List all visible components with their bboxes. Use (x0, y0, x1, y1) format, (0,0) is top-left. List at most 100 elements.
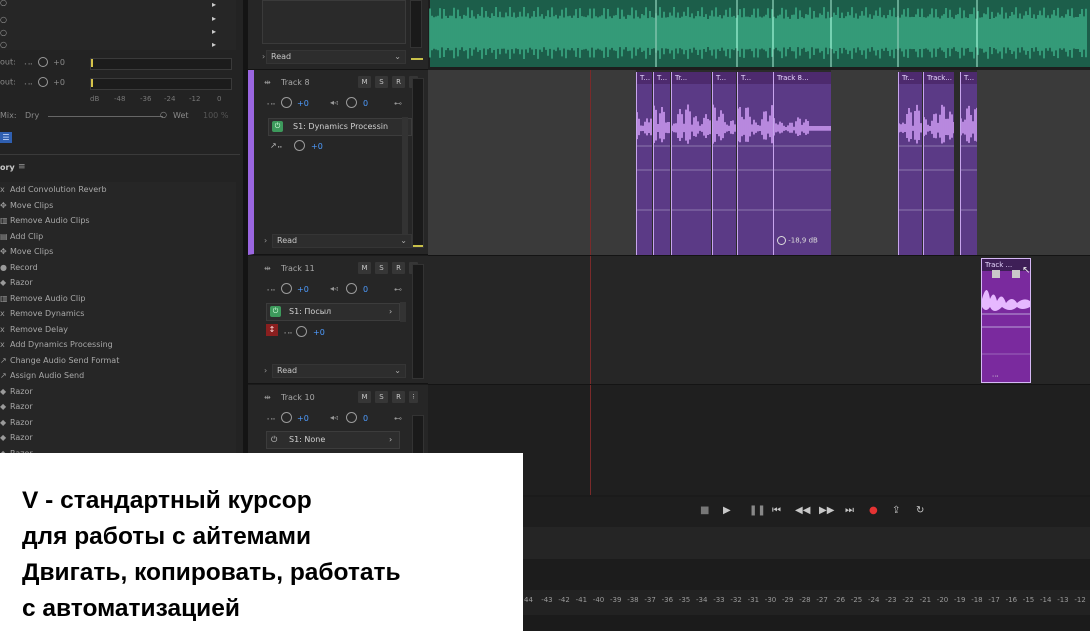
audio-clip[interactable]: Track 8... (773, 72, 831, 255)
power-icon[interactable]: ⏻ (272, 121, 283, 132)
fast-forward-icon[interactable]: ▶▶ (819, 505, 834, 516)
pan-knob[interactable] (346, 412, 357, 423)
chevron-right-icon[interactable]: ▸ (212, 0, 216, 9)
solo-button[interactable]: S (375, 262, 388, 274)
history-item[interactable]: ▤ Add Clip (0, 229, 43, 244)
play-icon[interactable]: ▶ (723, 505, 731, 516)
automation-mode-select[interactable]: Read ⌄ (266, 50, 406, 64)
solo-button[interactable]: S (375, 76, 388, 88)
power-icon[interactable]: ⏻ (271, 432, 277, 448)
chevron-right-icon[interactable]: › (262, 52, 265, 61)
clip-title[interactable]: T... (637, 72, 652, 84)
send-knob[interactable] (296, 326, 307, 337)
pause-icon[interactable]: ❚❚ (749, 505, 766, 516)
fx-slot[interactable]: ⏻ S1: Dynamics Processin › (268, 118, 412, 136)
automation-mode-select[interactable]: Read ⌄ (272, 364, 406, 378)
volume-value[interactable]: +0 (297, 285, 309, 294)
history-item[interactable]: ✥ Move Clips (0, 244, 53, 259)
history-item[interactable]: x Remove Dynamics (0, 306, 84, 321)
gain-knob[interactable] (37, 77, 48, 87)
track-name[interactable]: Track 11 (281, 264, 315, 273)
volume-knob[interactable] (281, 97, 292, 108)
mute-button[interactable]: M (358, 262, 371, 274)
audio-clip[interactable]: Tr... (671, 72, 711, 255)
send-value[interactable]: +0 (313, 328, 325, 337)
record-icon[interactable]: ● (869, 505, 878, 516)
audio-clip[interactable]: Track ... ⠠⠤ (981, 258, 1031, 383)
volume-knob[interactable] (281, 283, 292, 294)
mute-button[interactable]: M (358, 391, 371, 403)
history-item[interactable]: x Add Dynamics Processing (0, 337, 113, 352)
audio-clip[interactable]: Tr... (898, 72, 922, 255)
gain-knob[interactable] (37, 57, 48, 67)
audio-clip[interactable]: T... (960, 72, 977, 255)
fx-slot[interactable]: ⏻ S1: Посыл › (266, 303, 400, 321)
clip-fx-icon[interactable] (1012, 270, 1020, 278)
stereo-icon[interactable]: ⊷ (394, 414, 402, 423)
fx-slot[interactable]: ⏻ S1: None › (266, 431, 400, 449)
loop-icon[interactable]: ↻ (916, 505, 924, 516)
send-knob[interactable] (294, 140, 305, 151)
history-item[interactable]: ↗ Change Audio Send Format (0, 353, 119, 368)
audio-clip[interactable]: T... (636, 72, 652, 255)
chevron-right-icon[interactable]: › (264, 366, 267, 375)
skip-end-icon[interactable]: ⏭ (845, 505, 854, 516)
clip-title[interactable]: T... (738, 72, 773, 84)
mix-slider[interactable] (48, 116, 163, 117)
menu-icon[interactable]: ≡ (18, 162, 26, 172)
chevron-right-icon[interactable]: ▸ (212, 40, 216, 49)
clip-fx-icon[interactable] (992, 270, 1000, 278)
clip-title[interactable]: T... (713, 72, 736, 84)
history-item[interactable]: ↗ Assign Audio Send (0, 368, 84, 383)
track-menu-button[interactable]: ⁝ (409, 391, 418, 403)
clip-title[interactable]: T... (654, 72, 670, 84)
audio-clip[interactable]: T... (712, 72, 736, 255)
audio-clip[interactable]: Track... (923, 72, 954, 255)
clip-title[interactable]: Tr... (899, 72, 922, 84)
slider-handle-icon[interactable]: ○ (160, 110, 167, 119)
chevron-right-icon[interactable]: ▸ (212, 14, 216, 23)
send-icon[interactable]: ↕ (266, 324, 278, 336)
scrollbar[interactable] (400, 302, 406, 322)
history-item[interactable]: ◆Razor (0, 384, 33, 399)
chevron-right-icon[interactable]: › (389, 304, 392, 320)
audio-clip[interactable]: T... (737, 72, 773, 255)
clip-title[interactable]: Track... (924, 72, 954, 84)
track-name[interactable]: Track 8 (281, 78, 310, 87)
volume-knob[interactable] (281, 412, 292, 423)
clip-title[interactable]: Track 8... (774, 72, 831, 84)
stop-icon[interactable]: ■ (700, 505, 709, 516)
chevron-right-icon[interactable]: ▸ (212, 27, 216, 36)
list-view-icon[interactable]: ☰ (0, 132, 12, 143)
history-item[interactable]: ▥ Remove Audio Clips (0, 213, 90, 228)
pan-knob[interactable] (346, 283, 357, 294)
record-arm-button[interactable]: R (392, 391, 405, 403)
history-item[interactable]: ◆Razor (0, 399, 33, 414)
pan-knob[interactable] (346, 97, 357, 108)
pan-value[interactable]: 0 (363, 99, 368, 108)
chevron-right-icon[interactable]: › (264, 236, 267, 245)
scrollbar[interactable] (402, 117, 408, 237)
record-arm-button[interactable]: R (392, 76, 405, 88)
history-item[interactable]: x Remove Delay (0, 322, 68, 337)
send-value[interactable]: +0 (311, 142, 323, 151)
clip-title[interactable]: Tr... (672, 72, 711, 84)
history-item[interactable]: ● Record (0, 260, 38, 275)
history-item[interactable]: ◆Razor (0, 430, 33, 445)
chevron-right-icon[interactable]: › (389, 432, 392, 448)
track-drag-icon[interactable]: ⇹ (264, 393, 271, 402)
stereo-icon[interactable]: ⊷ (394, 99, 402, 108)
track-name[interactable]: Track 10 (281, 393, 315, 402)
mute-button[interactable]: M (358, 76, 371, 88)
history-item[interactable]: ▥ Remove Audio Clip (0, 291, 85, 306)
pan-value[interactable]: 0 (363, 285, 368, 294)
history-item[interactable]: x Add Convolution Reverb (0, 182, 107, 197)
audio-clip[interactable]: T... (653, 72, 670, 255)
track-drag-icon[interactable]: ⇹ (264, 78, 271, 87)
export-icon[interactable]: ⇪ (892, 505, 900, 516)
pan-value[interactable]: 0 (363, 414, 368, 423)
history-item[interactable]: ◆Razor (0, 275, 33, 290)
power-icon[interactable]: ⏻ (270, 306, 281, 317)
clip-volume-readout[interactable]: -18,9 dB (777, 236, 818, 245)
rewind-icon[interactable]: ◀◀ (795, 505, 810, 516)
